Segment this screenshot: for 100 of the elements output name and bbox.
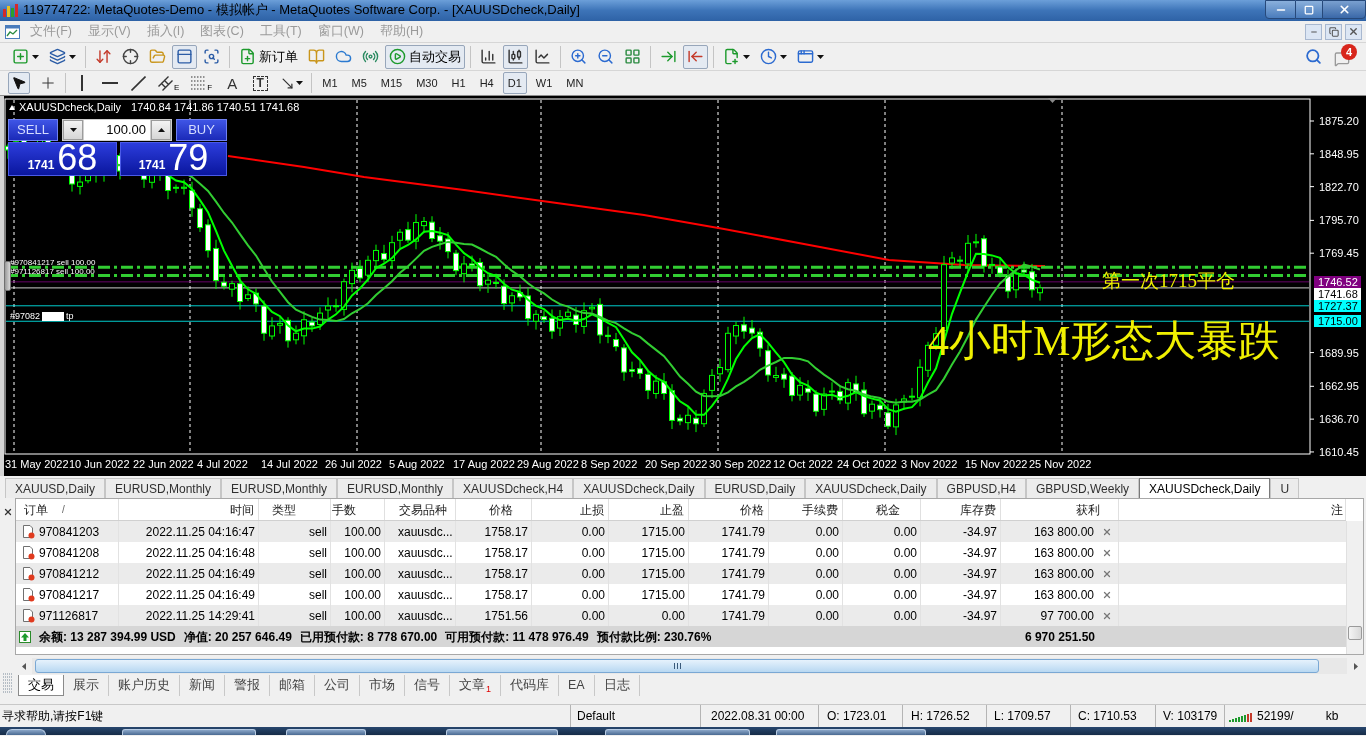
lot-size: 100.00 bbox=[344, 523, 381, 541]
panel-tab[interactable]: 代码库 bbox=[501, 675, 559, 696]
close-button[interactable] bbox=[1322, 0, 1366, 19]
drawing-tool-button[interactable] bbox=[8, 72, 30, 94]
chart-shift-button[interactable] bbox=[683, 44, 708, 69]
panel-tab[interactable]: 交易 bbox=[18, 675, 64, 696]
scrollbar-thumb[interactable] bbox=[1348, 626, 1362, 640]
order-type: sell bbox=[309, 607, 327, 625]
decrease-button[interactable] bbox=[63, 120, 83, 140]
panel-tab[interactable]: 账户历史 bbox=[109, 675, 180, 696]
account-summary-item: 净值: 20 257 646.49 bbox=[183, 628, 292, 646]
panel-tab[interactable]: 展示 bbox=[64, 675, 109, 696]
taskbar-button[interactable] bbox=[605, 729, 750, 735]
price-tick-label: 1795.70 bbox=[1319, 214, 1359, 226]
grip-handle[interactable] bbox=[4, 261, 11, 291]
timeframe-button[interactable]: M5 bbox=[346, 72, 372, 94]
maximize-button[interactable] bbox=[1296, 0, 1322, 19]
chart-tab[interactable]: XAUUSDcheck,Daily bbox=[1139, 478, 1271, 498]
taskbar-button[interactable] bbox=[446, 729, 558, 735]
taskbar-button[interactable] bbox=[6, 729, 46, 735]
table-row[interactable]: 970841203 2022.11.25 04:16:47 sell 100.00 xauusdc... 1758.17 0.00 1715.00 1741.79 0.00 0.00 -34.97 163 800.00 bbox=[16, 521, 1346, 542]
column-header[interactable]: 手数 bbox=[332, 500, 356, 519]
swap-amount: -34.97 bbox=[962, 607, 997, 625]
table-row[interactable]: 970841212 2022.11.25 04:16:49 sell 100.00 xauusdc... 1758.17 0.00 1715.00 1741.79 0.00 0.00 -34.97 163 800.00 bbox=[16, 563, 1346, 584]
chart-tab[interactable]: EURUSD,Daily bbox=[704, 478, 806, 498]
order-number: 970841217 bbox=[39, 586, 100, 604]
order-label: #97082 bbox=[10, 311, 41, 321]
timeframe-button[interactable]: MN bbox=[561, 72, 589, 94]
column-header[interactable]: 库存费 bbox=[960, 500, 996, 519]
table-row[interactable]: 971126817 2022.11.25 14:29:41 sell 100.00 xauusdc... 1751.56 0.00 0.00 1741.79 0.00 0.00 -34.97 97 700.00 bbox=[16, 605, 1346, 626]
chat-icon[interactable] bbox=[1334, 50, 1350, 67]
panel-tab[interactable]: 信号 bbox=[405, 675, 450, 696]
folder-icon bbox=[149, 48, 166, 65]
column-header[interactable]: 类型 bbox=[272, 500, 296, 519]
panel-tab[interactable]: EA bbox=[559, 675, 595, 696]
terminal-button[interactable] bbox=[172, 44, 197, 69]
timeframe-button[interactable]: M15 bbox=[375, 72, 408, 94]
chart-tab[interactable]: EURUSD,Monthly bbox=[221, 478, 338, 498]
bars-logo-icon bbox=[3, 3, 19, 17]
timeframe-button[interactable]: M1 bbox=[317, 72, 343, 94]
drawing-tool-button[interactable]: E bbox=[155, 72, 183, 94]
timeframe-button[interactable]: M30 bbox=[411, 72, 443, 94]
increase-button[interactable] bbox=[151, 120, 171, 140]
price-tick-label: 1769.45 bbox=[1319, 247, 1359, 259]
panel-tab[interactable]: 警报 bbox=[225, 675, 270, 696]
buy-price-button[interactable]: 1741 79 bbox=[120, 142, 227, 176]
chart-tab[interactable]: EURUSD,Monthly bbox=[105, 478, 222, 498]
drawing-tool-button[interactable]: A bbox=[221, 72, 244, 94]
buy-button[interactable]: BUY bbox=[176, 119, 227, 141]
sell-price-button[interactable]: 1741 68 bbox=[8, 142, 117, 176]
drawing-tool-button[interactable]: F bbox=[188, 72, 216, 94]
close-icon[interactable] bbox=[2, 507, 13, 517]
search-icon[interactable] bbox=[1305, 48, 1322, 65]
chart-tab[interactable]: GBPUSD,Weekly bbox=[1025, 478, 1140, 498]
panel-tab[interactable]: 新闻 bbox=[180, 675, 225, 696]
chart-ohlc: 1740.84 1741.86 1740.51 1741.68 bbox=[131, 101, 300, 113]
auto-trading-button[interactable]: 自动交易 bbox=[385, 44, 465, 69]
taskbar-button[interactable] bbox=[122, 729, 256, 735]
chart-tab[interactable]: XAUUSDcheck,Daily bbox=[805, 478, 937, 498]
new-order-button[interactable]: 新订单 bbox=[235, 44, 302, 69]
column-header[interactable]: 价格 bbox=[489, 500, 513, 519]
timeframe-button[interactable]: W1 bbox=[530, 72, 558, 94]
restore-button[interactable] bbox=[1325, 23, 1342, 40]
panel-tab[interactable]: 邮箱 bbox=[270, 675, 315, 696]
price-marker: 1746.52 bbox=[1314, 276, 1361, 288]
chart-tab[interactable]: XAUUSDcheck,H4 bbox=[453, 478, 574, 498]
column-header[interactable]: 税金 bbox=[876, 500, 900, 519]
column-header[interactable]: 手续费 bbox=[802, 500, 838, 519]
volume-spinner[interactable]: 100.00 bbox=[62, 119, 172, 141]
column-header[interactable]: 价格 bbox=[740, 500, 764, 519]
timeframe-button[interactable]: H4 bbox=[474, 72, 499, 94]
candlestick-chart-button[interactable] bbox=[503, 44, 528, 69]
column-header[interactable]: 止损 bbox=[580, 500, 604, 519]
chart-tab[interactable]: U bbox=[1270, 478, 1300, 498]
date-label: 17 Aug 2022 bbox=[453, 458, 515, 470]
tax-amount: 0.00 bbox=[893, 523, 917, 541]
column-header[interactable]: 时间 bbox=[230, 500, 254, 519]
column-header[interactable]: 获利 bbox=[1076, 500, 1100, 519]
chart-tab[interactable]: EURUSD,Monthly bbox=[337, 478, 454, 498]
taskbar-button[interactable] bbox=[286, 729, 366, 735]
taskbar-button[interactable] bbox=[776, 729, 926, 735]
panel-tab[interactable]: 日志 bbox=[594, 675, 640, 696]
chart-tab[interactable]: XAUUSDcheck,Daily bbox=[573, 478, 705, 498]
lot-size: 100.00 bbox=[344, 586, 381, 604]
minimize-button[interactable] bbox=[1265, 0, 1296, 19]
column-header[interactable]: 订单 bbox=[24, 500, 48, 519]
panel-tab[interactable]: 公司 bbox=[315, 675, 360, 696]
column-header[interactable]: 交易品种 bbox=[399, 500, 447, 519]
timeframe-button[interactable]: H1 bbox=[446, 72, 471, 94]
chart-tab[interactable]: XAUUSD,Daily bbox=[5, 478, 105, 498]
volume-field[interactable]: 100.00 bbox=[84, 120, 150, 140]
timeframe-button[interactable]: D1 bbox=[502, 72, 527, 94]
panel-tab[interactable]: 市场 bbox=[360, 675, 405, 696]
plus-square-icon bbox=[12, 48, 29, 65]
column-header[interactable]: 止盈 bbox=[660, 500, 684, 519]
chart-tab[interactable]: GBPUSD,H4 bbox=[936, 478, 1026, 498]
column-header[interactable]: 注 bbox=[1331, 500, 1343, 519]
open-price: 1758.17 bbox=[484, 544, 528, 562]
close-button[interactable] bbox=[1345, 23, 1362, 40]
sell-button[interactable]: SELL bbox=[8, 119, 58, 141]
